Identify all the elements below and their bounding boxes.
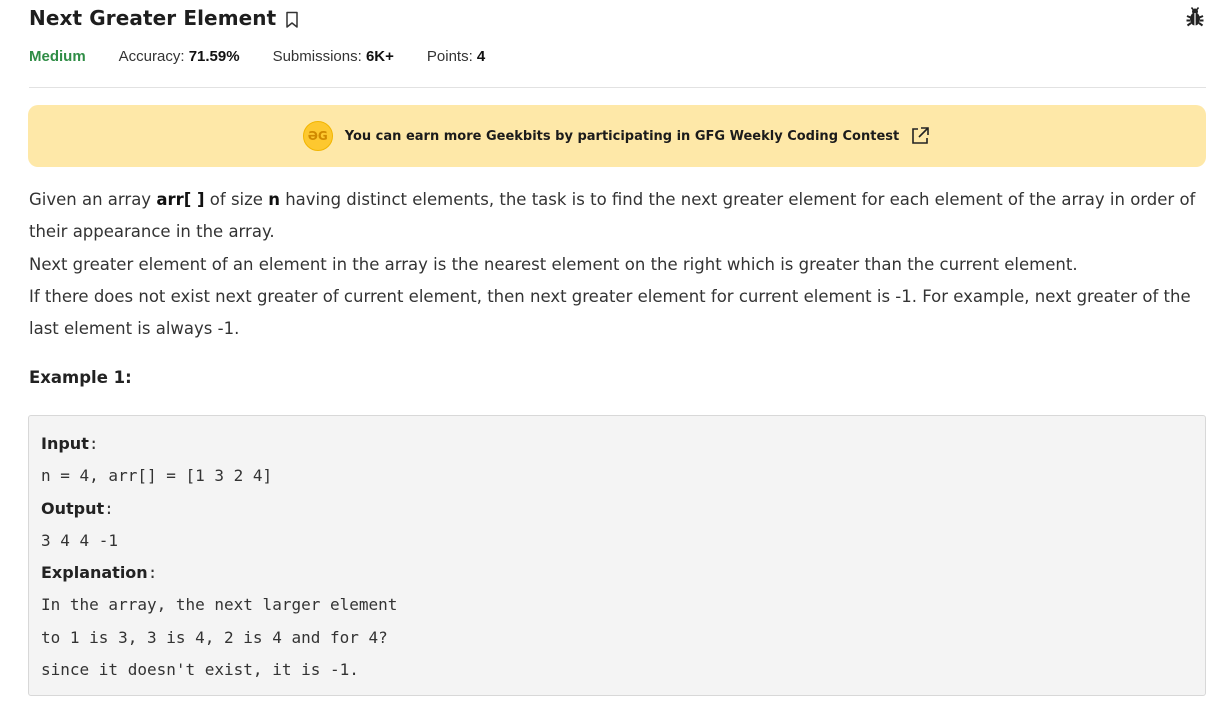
problem-title: Next Greater Element — [29, 6, 277, 30]
header-divider — [29, 87, 1206, 88]
explanation-line: to 1 is 3, 3 is 4, 2 is 4 and for 4? — [41, 627, 388, 647]
submissions-label: Submissions: — [272, 48, 362, 65]
accuracy-value: 71.59% — [188, 48, 240, 65]
output-label-line: Output: — [41, 493, 1193, 525]
explanation-label-line: Explanation: — [41, 557, 1193, 589]
description-paragraph-1: Given an array arr[ ] of size n having d… — [29, 184, 1199, 249]
desc-text: Given an array — [29, 190, 157, 209]
explanation-line: since it doesn't exist, it is -1. — [41, 660, 359, 680]
explanation-label: Explanation — [41, 563, 148, 583]
output-label: Output — [41, 498, 105, 518]
problem-description: Given an array arr[ ] of size n having d… — [29, 184, 1199, 345]
explanation-line: In the array, the next larger element — [41, 595, 398, 615]
label-colon: : — [88, 434, 99, 453]
points-value: 4 — [476, 48, 486, 65]
submissions-value: 6K+ — [365, 48, 394, 65]
description-paragraph-2: Next greater element of an element in th… — [29, 254, 1078, 274]
problem-meta: Medium Accuracy: 71.59% Submissions: 6K+… — [29, 48, 518, 65]
accuracy-label: Accuracy: — [118, 48, 185, 65]
description-paragraph-3: If there does not exist next greater of … — [29, 286, 1191, 339]
difficulty-badge: Medium — [29, 48, 86, 65]
example-title: Example 1: — [29, 368, 132, 387]
banner-text[interactable]: You can earn more Geekbits by participat… — [345, 129, 899, 144]
external-link-icon[interactable] — [909, 125, 931, 147]
accuracy-stat: Accuracy: 71.59% — [119, 48, 240, 65]
output-value: 3 4 4 -1 — [41, 530, 119, 550]
desc-n: n — [268, 190, 280, 209]
label-colon: : — [147, 563, 158, 583]
submissions-stat: Submissions: 6K+ — [273, 48, 394, 65]
geekbits-coin-icon: ƏG — [302, 121, 333, 151]
bug-icon[interactable] — [1184, 6, 1206, 28]
example-box: Input: n = 4, arr[] = [1 3 2 4] Output: … — [28, 415, 1206, 696]
desc-arr: arr[ ] — [156, 190, 205, 209]
title-row: Next Greater Element — [29, 6, 1206, 30]
points-label: Points: — [426, 48, 473, 65]
geekbits-banner[interactable]: ƏG You can earn more Geekbits by partici… — [28, 105, 1206, 167]
input-value: n = 4, arr[] = [1 3 2 4] — [41, 466, 273, 486]
bookmark-icon[interactable] — [285, 11, 299, 29]
input-label: Input — [41, 434, 89, 453]
points-stat: Points: 4 — [427, 48, 485, 65]
desc-text: of size — [204, 190, 269, 209]
problem-header: Next Greater Element — [29, 6, 1206, 36]
input-label-line: Input: — [41, 428, 1193, 460]
label-colon: : — [104, 498, 114, 518]
